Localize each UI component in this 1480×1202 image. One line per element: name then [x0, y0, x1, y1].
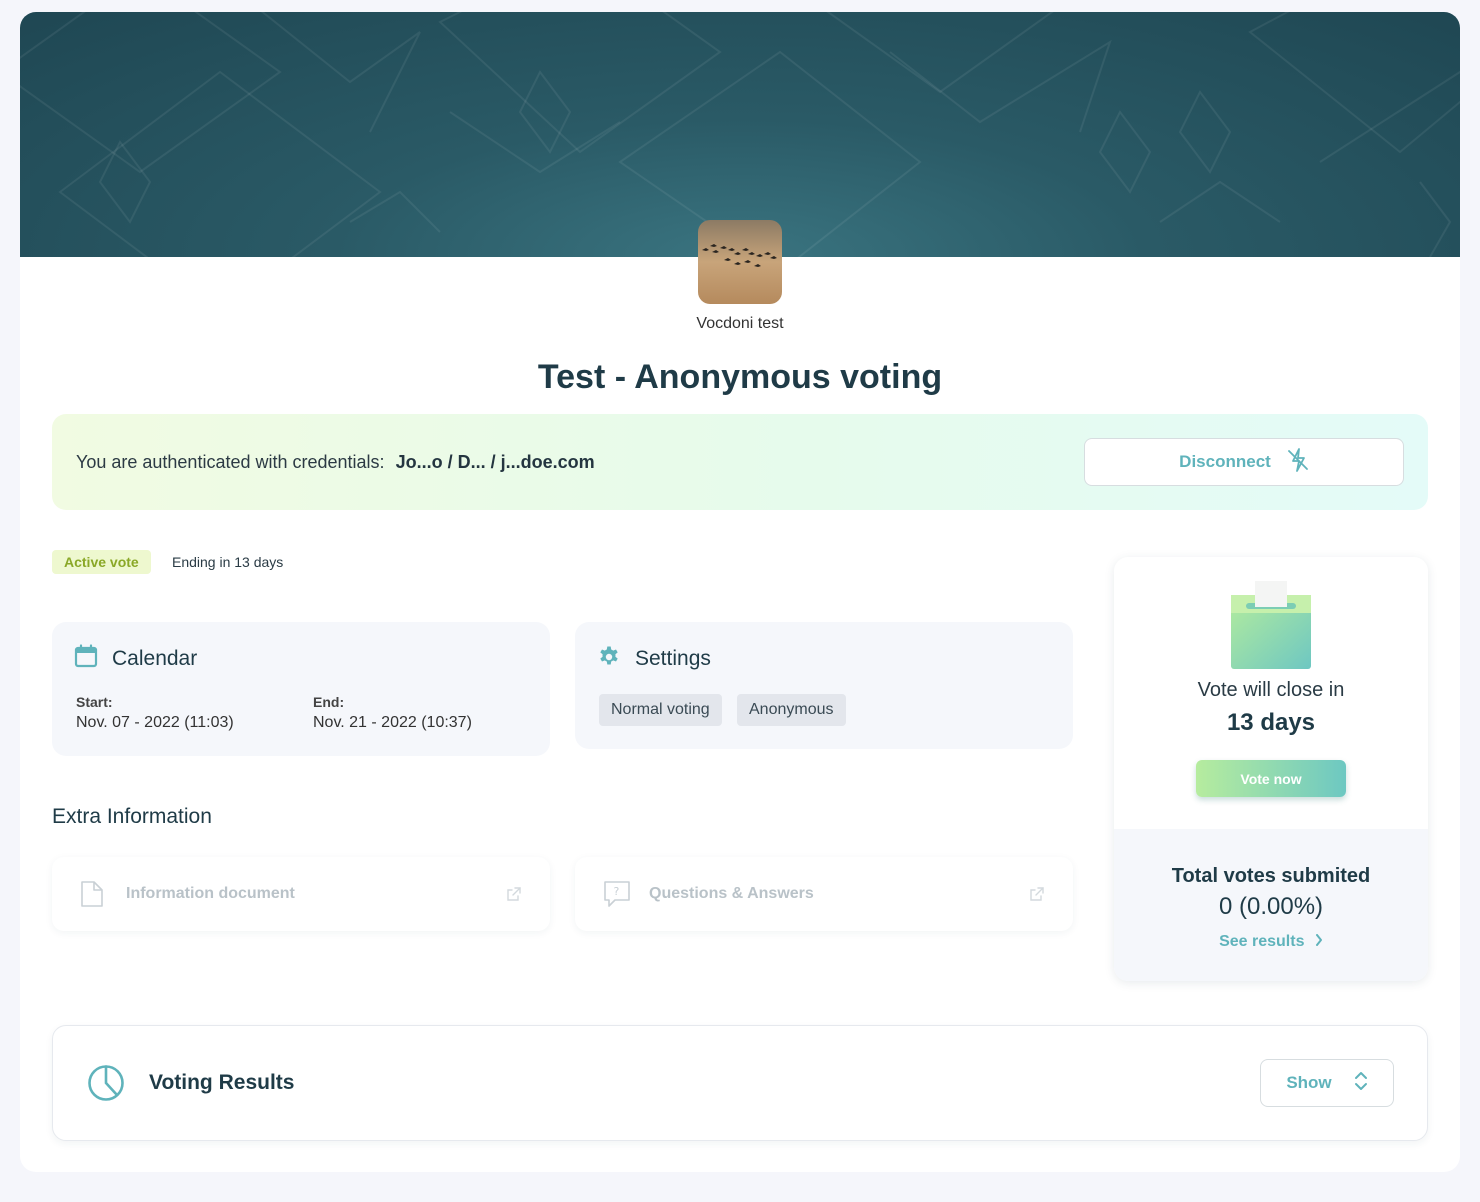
external-link-icon — [1029, 886, 1045, 907]
question-bubble-icon: ? — [603, 880, 631, 913]
settings-title: Settings — [635, 647, 711, 670]
vote-now-button[interactable]: Vote now — [1196, 760, 1346, 797]
organization-name: Vocdoni test — [696, 315, 784, 332]
questions-answers-label: Questions & Answers — [649, 885, 814, 902]
external-link-icon — [506, 886, 522, 907]
start-label: Start: — [76, 694, 113, 710]
see-results-label: See results — [1219, 933, 1305, 951]
disconnect-button[interactable]: Disconnect — [1084, 438, 1404, 486]
calendar-title: Calendar — [112, 647, 198, 670]
pie-chart-icon — [87, 1064, 125, 1107]
process-card: Vocdoni test Test - Anonymous voting You… — [20, 12, 1460, 1172]
chevron-right-icon — [1315, 933, 1323, 951]
chevron-up-down-icon — [1354, 1071, 1368, 1096]
ballot-box-icon — [1230, 581, 1312, 676]
setting-tag: Anonymous — [737, 694, 846, 726]
vote-close-text: Vote will close in — [1197, 679, 1345, 701]
ending-text: Ending in 13 days — [172, 554, 284, 570]
svg-text:?: ? — [614, 885, 620, 898]
voting-results-title: Voting Results — [149, 1071, 295, 1094]
show-label: Show — [1286, 1073, 1332, 1092]
gear-icon — [597, 644, 621, 674]
calendar-icon — [74, 644, 98, 674]
auth-message-label: You are authenticated with credentials: — [76, 452, 385, 472]
auth-credentials: Jo...o / D... / j...doe.com — [395, 452, 595, 472]
vote-close-days: 13 days — [1226, 709, 1316, 736]
authentication-banner: You are authenticated with credentials: … — [52, 414, 1428, 510]
show-results-button[interactable]: Show — [1260, 1059, 1394, 1107]
unplug-icon — [1287, 447, 1309, 478]
document-icon — [80, 880, 104, 913]
settings-header: Settings — [597, 644, 711, 674]
calendar-panel: Calendar Start: Nov. 07 - 2022 (11:03) E… — [52, 622, 550, 756]
end-value: Nov. 21 - 2022 (10:37) — [313, 714, 472, 731]
end-label: End: — [313, 694, 345, 710]
status-badge: Active vote — [52, 550, 151, 574]
disconnect-label: Disconnect — [1179, 452, 1271, 471]
setting-tag: Normal voting — [599, 694, 722, 726]
total-votes-value: 0 (0.00%) — [1218, 893, 1324, 920]
start-value: Nov. 07 - 2022 (11:03) — [76, 714, 234, 731]
vote-panel: Vote will close in 13 days Vote now Tota… — [1114, 557, 1428, 981]
see-results-link[interactable]: See results — [1114, 933, 1428, 951]
votes-summary: Total votes submited 0 (0.00%) See resul… — [1114, 829, 1428, 981]
extra-information-title: Extra Information — [52, 805, 212, 828]
auth-message: You are authenticated with credentials: … — [76, 452, 595, 473]
questions-answers-link[interactable]: ? Questions & Answers — [575, 857, 1073, 931]
information-document-label: Information document — [126, 885, 295, 902]
settings-panel: Settings Normal voting Anonymous — [575, 622, 1073, 749]
total-votes-label: Total votes submited — [1171, 865, 1371, 887]
voting-results-card: Voting Results Show — [52, 1025, 1428, 1141]
calendar-header: Calendar — [74, 644, 197, 674]
information-document-link[interactable]: Information document — [52, 857, 550, 931]
organization-avatar — [698, 220, 782, 304]
page-title: Test - Anonymous voting — [537, 358, 943, 396]
